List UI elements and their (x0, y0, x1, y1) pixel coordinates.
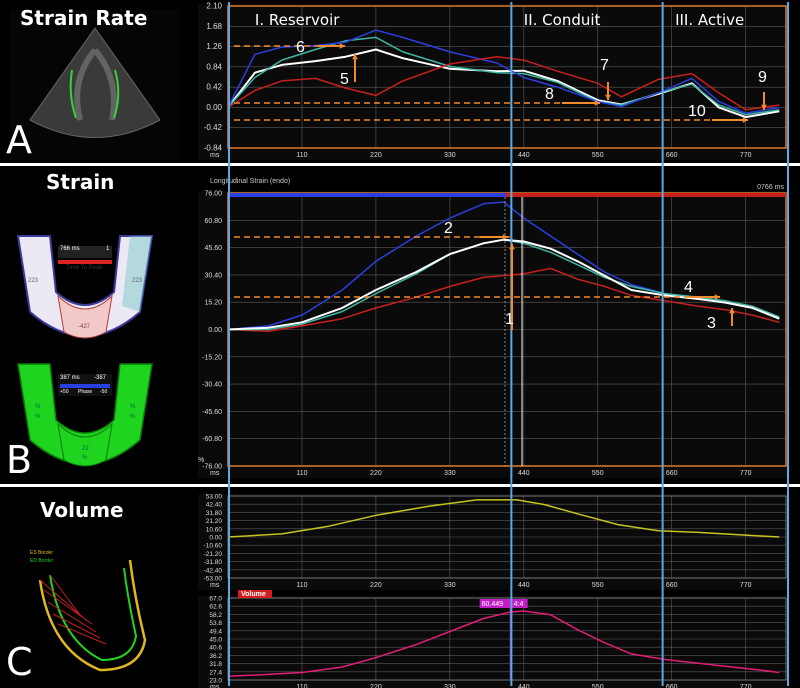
y-tick-label: 31.8 (209, 661, 222, 668)
y-tick-label: -30.40 (202, 382, 222, 389)
y-tick-label: 67.0 (209, 596, 222, 603)
x-tick-label: 770 (740, 582, 752, 589)
y-tick-label: 45.0 (209, 637, 222, 644)
y-tick-label: -60.80 (202, 436, 222, 443)
y-tick-label: 0.42 (206, 83, 222, 92)
x-tick-label: 660 (666, 152, 678, 159)
y-tick-label: 27.4 (209, 669, 222, 676)
x-tick-label: 220 (370, 684, 382, 688)
x-tick-label: 550 (592, 152, 604, 159)
y-tick-label: -10.60 (204, 543, 223, 550)
y-tick-label: -42.40 (204, 567, 223, 574)
y-tick-label: 45.60 (204, 245, 222, 252)
x-tick-label: 550 (592, 684, 604, 688)
y-tick-label: 53.8 (209, 620, 222, 627)
x-tick-label: 110 (296, 152, 307, 159)
y-axis-unit: % (198, 457, 204, 464)
y-tick-label: -15.20 (202, 354, 222, 361)
x-tick-label: 110 (296, 582, 307, 589)
chart-title: Longitudinal Strain (endo) (210, 178, 290, 185)
y-tick-label: 0.00 (208, 327, 222, 334)
annotation-5-label: 5 (340, 71, 349, 88)
x-tick-label: 330 (444, 684, 456, 688)
annotation-7-label: 7 (600, 57, 609, 74)
y-tick-label: 62.6 (209, 604, 222, 611)
y-tick-label: 42.40 (206, 502, 223, 509)
y-tick-label: 53.00 (206, 494, 223, 501)
y-tick-label: 36.2 (209, 653, 222, 660)
x-tick-label: 440 (518, 582, 530, 589)
time-marker-label: 0766 ms (757, 184, 784, 191)
x-tick-label: 660 (666, 470, 678, 477)
plot-background (198, 191, 790, 478)
x-tick-label: 220 (370, 470, 382, 477)
y-tick-label: -45.60 (202, 409, 222, 416)
x-tick-label: 440 (518, 152, 530, 159)
y-tick-label: 1.26 (206, 42, 222, 51)
x-tick-label: 660 (666, 684, 678, 688)
plot-background (198, 494, 790, 590)
annotation-9-label: 9 (758, 69, 767, 86)
y-tick-label: 2.10 (206, 2, 222, 11)
y-tick-label: 1.68 (206, 22, 222, 31)
y-tick-label: -31.80 (204, 559, 223, 566)
x-tick-label: 330 (444, 152, 456, 159)
y-tick-label: 40.6 (209, 645, 222, 652)
y-tick-label: -21.20 (204, 551, 223, 558)
phase-label: II. Conduit (524, 11, 601, 29)
x-tick-label: 550 (592, 470, 604, 477)
x-axis-unit: ms (210, 684, 220, 688)
x-tick-label: 330 (444, 470, 456, 477)
phase-label: III. Active (675, 11, 744, 29)
y-tick-label: 0.00 (209, 535, 222, 542)
y-tick-label: -0.42 (204, 123, 223, 132)
phase-label: I. Reservoir (255, 11, 340, 29)
annotation-6-label: 6 (296, 39, 305, 56)
x-axis-unit: ms (210, 582, 220, 589)
x-tick-label: 110 (296, 684, 307, 688)
y-tick-label: 0.00 (206, 103, 222, 112)
x-tick-label: 220 (370, 152, 382, 159)
x-tick-label: 550 (592, 582, 604, 589)
y-tick-label: 15.20 (204, 300, 222, 307)
y-tick-label: 21.20 (206, 518, 223, 525)
x-tick-label: 770 (740, 684, 752, 688)
annotation-3-label: 3 (707, 315, 716, 332)
y-tick-label: 60.80 (204, 218, 222, 225)
volume-marker-value: 60.449 (482, 601, 504, 608)
charts-surface: 2.101.681.260.840.420.00-0.42-0.84110 220… (198, 2, 790, 688)
annotation-10-label: 10 (688, 103, 706, 120)
volume-marker-time: 4:4 (514, 601, 524, 608)
y-tick-label: 49.4 (209, 628, 222, 635)
x-tick-label: 220 (370, 582, 382, 589)
x-tick-label: 110 (296, 470, 307, 477)
y-tick-label: 30.40 (204, 272, 222, 279)
x-tick-label: 770 (740, 470, 752, 477)
x-tick-label: 770 (740, 152, 752, 159)
annotation-4-label: 4 (684, 279, 693, 296)
annotation-2-label: 2 (444, 220, 453, 237)
x-tick-label: 440 (518, 684, 530, 688)
x-tick-label: 660 (666, 582, 678, 589)
y-tick-label: 10.60 (206, 526, 223, 533)
x-axis-unit: ms (210, 470, 220, 477)
annotation-8-label: 8 (545, 86, 554, 103)
x-tick-label: 330 (444, 582, 456, 589)
plot-background (198, 596, 790, 688)
x-axis-unit: ms (210, 152, 220, 159)
y-tick-label: 31.80 (206, 510, 223, 517)
y-tick-label: 0.84 (206, 62, 222, 71)
x-tick-label: 440 (518, 470, 530, 477)
y-tick-label: 76.00 (204, 191, 222, 198)
y-tick-label: 58.2 (209, 612, 222, 619)
annotation-1-label: 1 (505, 311, 514, 328)
volume-tag-label: Volume (241, 591, 266, 598)
